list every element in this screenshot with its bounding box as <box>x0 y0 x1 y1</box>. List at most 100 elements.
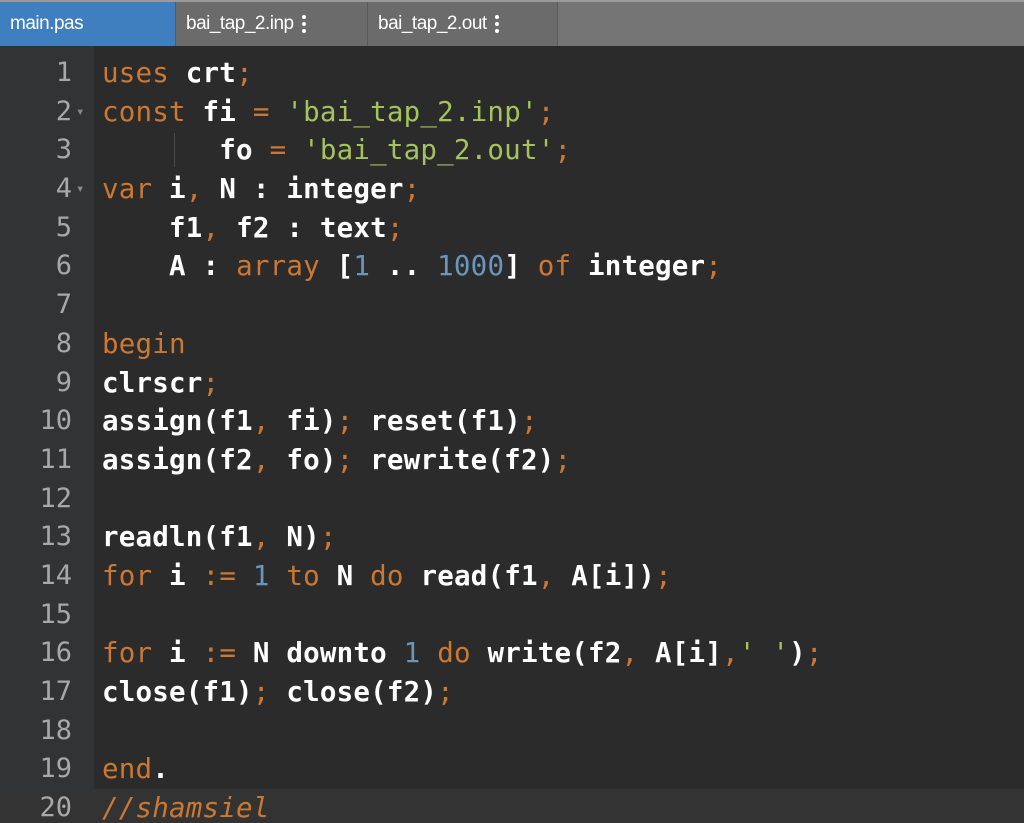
tab-main-pas[interactable]: main.pas <box>0 2 176 46</box>
code-line[interactable]: 17 close(f1); close(f2); <box>0 673 1024 712</box>
code-token: clrscr <box>102 366 203 399</box>
code-token: to <box>286 559 320 592</box>
code-token: ; <box>554 134 572 167</box>
code-token: //shamsiel <box>102 792 270 823</box>
tab-bar: main.pas bai_tap_2.inp bai_tap_2.out <box>0 0 1024 46</box>
code-token: f1 <box>102 211 203 244</box>
line-number: 17 <box>39 676 72 707</box>
line-number: 4 <box>55 173 72 205</box>
code-token: fi <box>185 95 253 128</box>
code-token: , <box>537 559 555 592</box>
code-line[interactable]: 6 A : array [1 .. 1000] of integer; <box>0 247 1024 286</box>
code-line[interactable]: 12 <box>0 480 1024 519</box>
code-line[interactable]: 16 for i := N downto 1 do write(f2, A[i],… <box>0 634 1024 673</box>
code-text: const fi = 'bai_tap_2.inp'; <box>102 93 554 132</box>
line-number: 1 <box>55 57 72 88</box>
code-token: do <box>437 637 471 670</box>
code-token: ; <box>336 443 354 476</box>
code-token: for <box>102 559 153 592</box>
line-number: 11 <box>39 443 72 475</box>
line-number: 2 <box>55 95 72 127</box>
code-token: A : <box>102 250 237 283</box>
code-token: var <box>102 173 153 206</box>
code-token: assign(f1 <box>102 405 253 438</box>
code-token: fi) <box>269 405 337 438</box>
code-token: .. <box>370 250 438 283</box>
code-token: 1 <box>252 559 270 592</box>
code-token: := <box>202 559 237 592</box>
line-number: 9 <box>55 366 72 398</box>
code-text: uses crt; <box>102 54 253 93</box>
code-text: clrscr; <box>102 364 219 403</box>
kebab-menu-icon[interactable] <box>301 13 306 35</box>
code-text: for i := N downto 1 do write(f2, A[i],' … <box>102 634 823 673</box>
code-text: readln(f1, N); <box>102 518 337 557</box>
code-token: = <box>252 95 270 128</box>
code-token: integer <box>571 250 706 283</box>
code-line[interactable]: 15 <box>0 596 1024 635</box>
code-token: N <box>319 559 371 592</box>
tab-bai-tap-2-out[interactable]: bai_tap_2.out <box>368 2 558 46</box>
code-line[interactable]: 7 <box>0 286 1024 325</box>
code-token: A[i] <box>638 637 723 670</box>
code-line[interactable]: 5 f1, f2 : text; <box>0 209 1024 248</box>
code-token: , <box>722 637 739 670</box>
code-token: 'bai_tap_2.out' <box>303 134 555 167</box>
code-line[interactable]: 13 readln(f1, N); <box>0 518 1024 557</box>
code-token: ; <box>437 676 454 708</box>
code-editor[interactable]: 1 uses crt; 2 ▾ const fi = 'bai_tap_2.inp'; 3… <box>0 46 1024 823</box>
code-token: N downto <box>236 637 404 670</box>
code-line[interactable]: 10 assign(f1, fi); reset(f1); <box>0 402 1024 441</box>
code-token: , <box>252 405 270 438</box>
code-token: ; <box>805 637 823 670</box>
code-token: ; <box>319 521 337 554</box>
code-token: ; <box>554 443 572 476</box>
line-number: 16 <box>39 637 72 669</box>
code-token: do <box>370 559 404 592</box>
line-number: 12 <box>39 482 72 514</box>
code-line[interactable]: 4 ▾ var i, N : integer; <box>0 170 1024 209</box>
code-token: end <box>102 753 153 786</box>
code-line[interactable]: 11 assign(f2, fo); rewrite(f2); <box>0 441 1024 480</box>
code-text: f1, f2 : text; <box>102 209 404 248</box>
line-number: 20 <box>39 792 72 823</box>
line-number: 14 <box>39 559 72 591</box>
line-number: 3 <box>55 134 72 166</box>
fold-arrow-icon[interactable]: ▾ <box>76 93 84 132</box>
code-line[interactable]: 19 end. <box>0 750 1024 789</box>
code-token: read(f1 <box>403 559 538 592</box>
tab-bai-tap-2-inp[interactable]: bai_tap_2.inp <box>176 2 368 46</box>
code-line[interactable]: 18 <box>0 712 1024 751</box>
fold-arrow-icon[interactable]: ▾ <box>76 170 84 209</box>
code-token: , <box>202 211 220 244</box>
code-token: [ <box>319 250 354 283</box>
code-token: uses <box>102 57 170 89</box>
code-token: close(f2) <box>269 676 438 708</box>
code-token: ; <box>202 366 220 399</box>
code-token: write(f2 <box>470 637 622 670</box>
code-line[interactable]: 9 clrscr; <box>0 364 1024 403</box>
code-line[interactable]: 8 begin <box>0 325 1024 364</box>
code-token: fo <box>102 134 270 167</box>
kebab-menu-icon[interactable] <box>494 13 499 35</box>
code-token: fo) <box>269 443 337 476</box>
code-token: const <box>102 95 186 128</box>
code-line[interactable]: 14 for i := 1 to N do read(f1, A[i]); <box>0 557 1024 596</box>
code-token: 1000 <box>437 250 505 283</box>
code-line[interactable]: 3 fo = 'bai_tap_2.out'; <box>0 131 1024 170</box>
code-text: close(f1); close(f2); <box>102 673 454 712</box>
line-number: 10 <box>39 405 72 437</box>
code-line[interactable]: 1 uses crt; <box>0 54 1024 93</box>
code-token: N) <box>269 521 320 554</box>
code-token: for <box>102 637 153 670</box>
code-token: crt <box>169 57 237 89</box>
code-text: A : array [1 .. 1000] of integer; <box>102 247 722 286</box>
code-token: , <box>252 521 270 554</box>
code-text: for i := 1 to N do read(f1, A[i]); <box>102 557 672 596</box>
code-line[interactable]: 20 //shamsiel <box>0 789 1024 823</box>
code-line[interactable]: 2 ▾ const fi = 'bai_tap_2.inp'; <box>0 93 1024 132</box>
